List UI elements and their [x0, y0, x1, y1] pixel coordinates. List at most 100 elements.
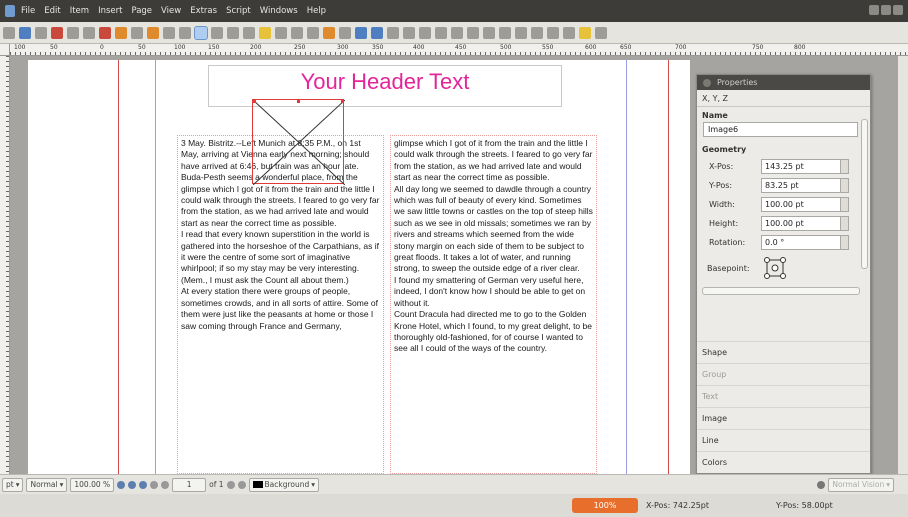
view-toggle-icon[interactable]: [817, 480, 826, 489]
layer-select[interactable]: Background ▾: [248, 477, 320, 492]
edit-contents-icon[interactable]: [387, 26, 399, 39]
text-frame-tool-icon[interactable]: [211, 26, 223, 39]
text-frame-right[interactable]: glimpse which I got of it from the train…: [390, 135, 597, 474]
x-pos-spinner[interactable]: [841, 158, 849, 174]
panel-close-icon[interactable]: [703, 78, 711, 87]
maximize-icon[interactable]: [881, 5, 891, 15]
zoom-100-icon[interactable]: [128, 480, 137, 489]
section-group[interactable]: Group: [697, 363, 870, 385]
unlink-frames-icon[interactable]: [435, 26, 447, 39]
zoom-out-icon[interactable]: [117, 480, 126, 489]
render-frame-tool-icon[interactable]: [243, 26, 255, 39]
x-pos-input[interactable]: 143.25 pt: [761, 158, 841, 174]
undo-icon[interactable]: [115, 26, 127, 39]
bezier-tool-icon[interactable]: [323, 26, 335, 39]
eyedropper-icon[interactable]: [483, 26, 495, 39]
rotation-spinner[interactable]: [841, 234, 849, 250]
y-pos-spinner[interactable]: [841, 177, 849, 193]
menu-page[interactable]: Page: [131, 6, 152, 16]
edit-text-icon[interactable]: [403, 26, 415, 39]
pdf-push-button-icon[interactable]: [499, 26, 511, 39]
section-shape[interactable]: Shape: [697, 341, 870, 363]
pdf-text-field-icon[interactable]: [515, 26, 527, 39]
page-number-input[interactable]: 1: [172, 477, 207, 492]
canvas-vertical-scrollbar[interactable]: [898, 56, 908, 474]
basepoint-selector-icon[interactable]: [763, 256, 787, 280]
new-document-icon[interactable]: [3, 26, 15, 39]
print-icon[interactable]: [67, 26, 79, 39]
close-document-icon[interactable]: [51, 26, 63, 39]
pdf-listbox-icon[interactable]: [563, 26, 575, 39]
close-icon[interactable]: [893, 5, 903, 15]
link-frames-icon[interactable]: [419, 26, 431, 39]
text-annotation-icon[interactable]: [579, 26, 591, 39]
previous-page-icon[interactable]: [161, 480, 170, 489]
polygon-tool-icon[interactable]: [291, 26, 303, 39]
last-page-icon[interactable]: [237, 480, 246, 489]
cut-icon[interactable]: [147, 26, 159, 39]
document-page[interactable]: Your Header Text 3 May. Bistritz.--Left …: [28, 60, 690, 474]
item-name-field[interactable]: Image6: [703, 122, 858, 137]
properties-title-bar[interactable]: Properties: [697, 75, 870, 90]
width-input[interactable]: 100.00 pt: [761, 196, 841, 212]
section-xyz[interactable]: X, Y, Z: [697, 90, 870, 107]
open-icon[interactable]: [19, 26, 31, 39]
section-colors[interactable]: Colors: [697, 451, 870, 473]
paste-icon[interactable]: [179, 26, 191, 39]
redo-icon[interactable]: [131, 26, 143, 39]
y-pos-input[interactable]: 83.25 pt: [761, 177, 841, 193]
select-tool-icon[interactable]: [194, 25, 208, 40]
next-page-icon[interactable]: [226, 480, 235, 489]
rotate-tool-icon[interactable]: [355, 26, 367, 39]
image-frame-tool-icon[interactable]: [227, 26, 239, 39]
visual-appearance-select[interactable]: Normal Vision ▾: [828, 477, 894, 492]
zoom-tool-icon[interactable]: [371, 26, 383, 39]
first-page-icon[interactable]: [150, 480, 159, 489]
properties-hscrollbar[interactable]: [702, 287, 860, 295]
properties-vscrollbar[interactable]: [861, 119, 868, 269]
geometry-section-label: Geometry: [702, 145, 747, 154]
text-frame-left[interactable]: 3 May. Bistritz.--Left Munich at 8:35 P.…: [177, 135, 384, 474]
shape-tool-icon[interactable]: [275, 26, 287, 39]
ruler-label: 550: [542, 44, 554, 51]
link-annotation-icon[interactable]: [595, 26, 607, 39]
vertical-ruler[interactable]: [0, 56, 10, 474]
measure-icon[interactable]: [451, 26, 463, 39]
section-text[interactable]: Text: [697, 385, 870, 407]
table-tool-icon[interactable]: [259, 26, 271, 39]
zoom-input[interactable]: 100.00 %: [70, 477, 115, 492]
section-image[interactable]: Image: [697, 407, 870, 429]
minimize-icon[interactable]: [869, 5, 879, 15]
menu-insert[interactable]: Insert: [98, 6, 122, 16]
menu-item[interactable]: Item: [70, 6, 89, 16]
pdf-combobox-icon[interactable]: [547, 26, 559, 39]
height-input[interactable]: 100.00 pt: [761, 215, 841, 231]
pdf-checkbox-icon[interactable]: [531, 26, 543, 39]
save-icon[interactable]: [35, 26, 47, 39]
properties-panel[interactable]: Properties X, Y, Z Name Image6 Geometry …: [696, 74, 871, 474]
copy-icon[interactable]: [163, 26, 175, 39]
section-line[interactable]: Line: [697, 429, 870, 451]
line-tool-icon[interactable]: [307, 26, 319, 39]
preview-mode-select[interactable]: Normal ▾: [26, 477, 68, 492]
empty-image-frame[interactable]: [252, 99, 345, 185]
freehand-tool-icon[interactable]: [339, 26, 351, 39]
horizontal-ruler[interactable]: 100 50 0 50 100 150 200 250 300 350 400 …: [10, 44, 908, 56]
width-spinner[interactable]: [841, 196, 849, 212]
menu-extras[interactable]: Extras: [190, 6, 217, 16]
menu-view[interactable]: View: [161, 6, 181, 16]
menu-file[interactable]: File: [21, 6, 35, 16]
menu-edit[interactable]: Edit: [44, 6, 60, 16]
menu-help[interactable]: Help: [307, 6, 326, 16]
preflight-icon[interactable]: [83, 26, 95, 39]
margin-guide-right: [668, 60, 669, 474]
rotation-input[interactable]: 0.0 °: [761, 234, 841, 250]
copy-properties-icon[interactable]: [467, 26, 479, 39]
header-text[interactable]: Your Header Text: [208, 69, 562, 95]
unit-select[interactable]: pt ▾: [2, 477, 24, 492]
zoom-in-icon[interactable]: [139, 480, 148, 489]
menu-windows[interactable]: Windows: [260, 6, 298, 16]
menu-script[interactable]: Script: [226, 6, 251, 16]
height-spinner[interactable]: [841, 215, 849, 231]
export-pdf-icon[interactable]: [99, 26, 111, 39]
